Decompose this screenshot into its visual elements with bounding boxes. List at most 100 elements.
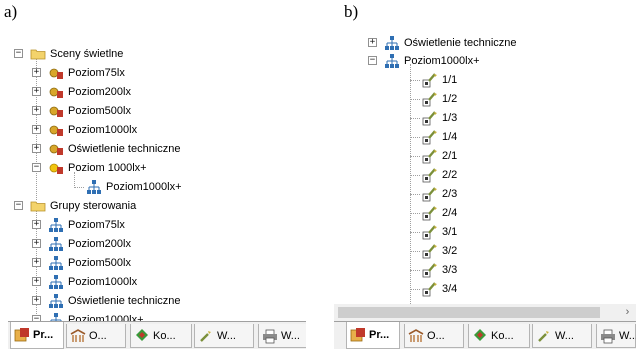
tree-item[interactable]: + Oświetlenie techniczne: [32, 291, 181, 310]
expand-toggle[interactable]: +: [32, 239, 41, 248]
scrollbar-thumb[interactable]: [338, 307, 600, 318]
tree-item-label: 3/3: [442, 263, 458, 276]
tree-item-label: Sceny świetlne: [50, 47, 124, 60]
printer-icon: [600, 328, 616, 344]
expand-toggle[interactable]: +: [32, 68, 41, 77]
tab-printer[interactable]: W...: [258, 324, 306, 348]
scene-icon: [48, 65, 64, 81]
tree-item[interactable]: 2/4: [410, 203, 458, 222]
expand-toggle[interactable]: +: [32, 277, 41, 286]
horizontal-scrollbar[interactable]: ›: [334, 304, 636, 321]
expand-toggle[interactable]: +: [32, 144, 41, 153]
collapse-toggle[interactable]: −: [14, 49, 23, 58]
expand-toggle[interactable]: +: [32, 125, 41, 134]
tree-connector: [410, 137, 420, 138]
tree-item[interactable]: 2/3: [410, 184, 457, 203]
expand-toggle[interactable]: +: [32, 258, 41, 267]
tab-label: W...: [217, 329, 236, 342]
tree-item[interactable]: − Sceny świetlne: [14, 44, 124, 63]
tree-connector: [410, 251, 420, 252]
scroll-right-arrow[interactable]: ›: [619, 304, 636, 321]
tab-bar-a: Pr... O... Ko... W... W...: [8, 321, 306, 349]
tree-item[interactable]: − Grupy sterowania: [14, 196, 137, 215]
tree-item[interactable]: 3/1: [410, 222, 457, 241]
tab-label: Ko...: [491, 329, 514, 342]
scene-icon: [48, 141, 64, 157]
collapse-toggle[interactable]: −: [32, 163, 41, 172]
tree-item-label: Grupy sterowania: [50, 199, 137, 212]
tree-item-label: 1/3: [442, 111, 458, 124]
expand-toggle[interactable]: +: [32, 220, 41, 229]
tree-item-label: Poziom1000lx+: [106, 180, 182, 193]
tree-item-label: 1/4: [442, 130, 458, 143]
tree-item[interactable]: 1/2: [410, 89, 458, 108]
tree-item[interactable]: 2/2: [410, 165, 457, 184]
figure-label-b: b): [344, 2, 359, 21]
tree-item[interactable]: 1/4: [410, 127, 458, 146]
project-icon: [350, 327, 366, 343]
tree-connector: [410, 213, 420, 214]
tab-label: W...: [281, 329, 300, 342]
folder-icon: [30, 46, 46, 62]
tree-connector: [410, 270, 420, 271]
tree-item[interactable]: 3/3: [410, 260, 458, 279]
tab-wrench[interactable]: W...: [532, 324, 592, 348]
collapse-toggle[interactable]: −: [14, 201, 23, 210]
tree-item-label: Poziom75lx: [68, 66, 125, 79]
expand-toggle[interactable]: +: [32, 296, 41, 305]
tree-item-label: 3/4: [442, 282, 458, 295]
tree-item[interactable]: − Poziom 1000lx+: [32, 158, 147, 177]
tree-item-label: Poziom 1000lx+: [68, 161, 147, 174]
tree-item-label: Oświetlenie techniczne: [68, 294, 181, 307]
expand-toggle[interactable]: +: [32, 87, 41, 96]
tree-item-label: 2/4: [442, 206, 458, 219]
expand-toggle[interactable]: +: [32, 106, 41, 115]
collapse-toggle[interactable]: −: [368, 56, 377, 65]
tree-item[interactable]: + Poziom200lx: [32, 82, 131, 101]
tab-label: Ko...: [153, 329, 176, 342]
tree-item[interactable]: 1/3: [410, 108, 458, 127]
tree-item-label: Poziom1000lx: [68, 275, 138, 288]
device-icon: [422, 110, 438, 126]
project-icon: [14, 327, 30, 343]
tree-item[interactable]: + Poziom1000lx: [32, 272, 138, 291]
tree-item[interactable]: + Poziom500lx: [32, 101, 131, 120]
tree-item[interactable]: + Poziom500lx: [32, 253, 131, 272]
tree-item[interactable]: + Poziom75lx: [32, 215, 125, 234]
wrench-icon: [198, 328, 214, 344]
tree-item[interactable]: 2/1: [410, 146, 457, 165]
tree-item[interactable]: Poziom1000lx+: [74, 177, 182, 196]
device-icon: [422, 129, 438, 145]
device-icon: [422, 167, 438, 183]
tab-project[interactable]: Pr...: [10, 322, 64, 349]
expand-toggle[interactable]: +: [368, 38, 377, 47]
tree-item[interactable]: + Poziom1000lx: [32, 120, 137, 139]
tree-item[interactable]: + Poziom75lx: [32, 63, 125, 82]
network-icon: [48, 236, 64, 252]
tab-project[interactable]: Pr...: [346, 322, 400, 349]
tab-label: W...: [619, 329, 636, 342]
tab-component[interactable]: Ko...: [468, 324, 530, 348]
tree-item[interactable]: + Oświetlenie techniczne: [32, 139, 181, 158]
tree-item[interactable]: 3/2: [410, 241, 457, 260]
tree-connector: [410, 289, 420, 290]
tree-item[interactable]: 1/1: [410, 70, 458, 89]
tree-item-label: 1/2: [442, 92, 458, 105]
tab-printer[interactable]: W...: [596, 324, 636, 348]
tree-item[interactable]: − Poziom1000lx+: [368, 51, 480, 70]
tree-item-label: 1/1: [442, 73, 458, 86]
tab-building[interactable]: O...: [404, 324, 464, 348]
device-icon: [422, 91, 438, 107]
project-tree-panel-b: + Oświetlenie techniczne − Poziom1000lx+ 1/1…: [334, 28, 636, 349]
tab-component[interactable]: Ko...: [130, 324, 192, 348]
tab-building[interactable]: O...: [66, 324, 126, 348]
tree-item[interactable]: + Oświetlenie techniczne: [368, 33, 517, 52]
tree-item[interactable]: 3/4: [410, 279, 458, 298]
tab-wrench[interactable]: W...: [194, 324, 254, 348]
scene-icon: [48, 122, 64, 138]
tab-label: Pr...: [33, 329, 54, 341]
tree-item-label: Poziom200lx: [68, 237, 131, 250]
device-icon: [422, 224, 438, 240]
building-icon: [408, 328, 424, 344]
tree-item[interactable]: + Poziom200lx: [32, 234, 131, 253]
